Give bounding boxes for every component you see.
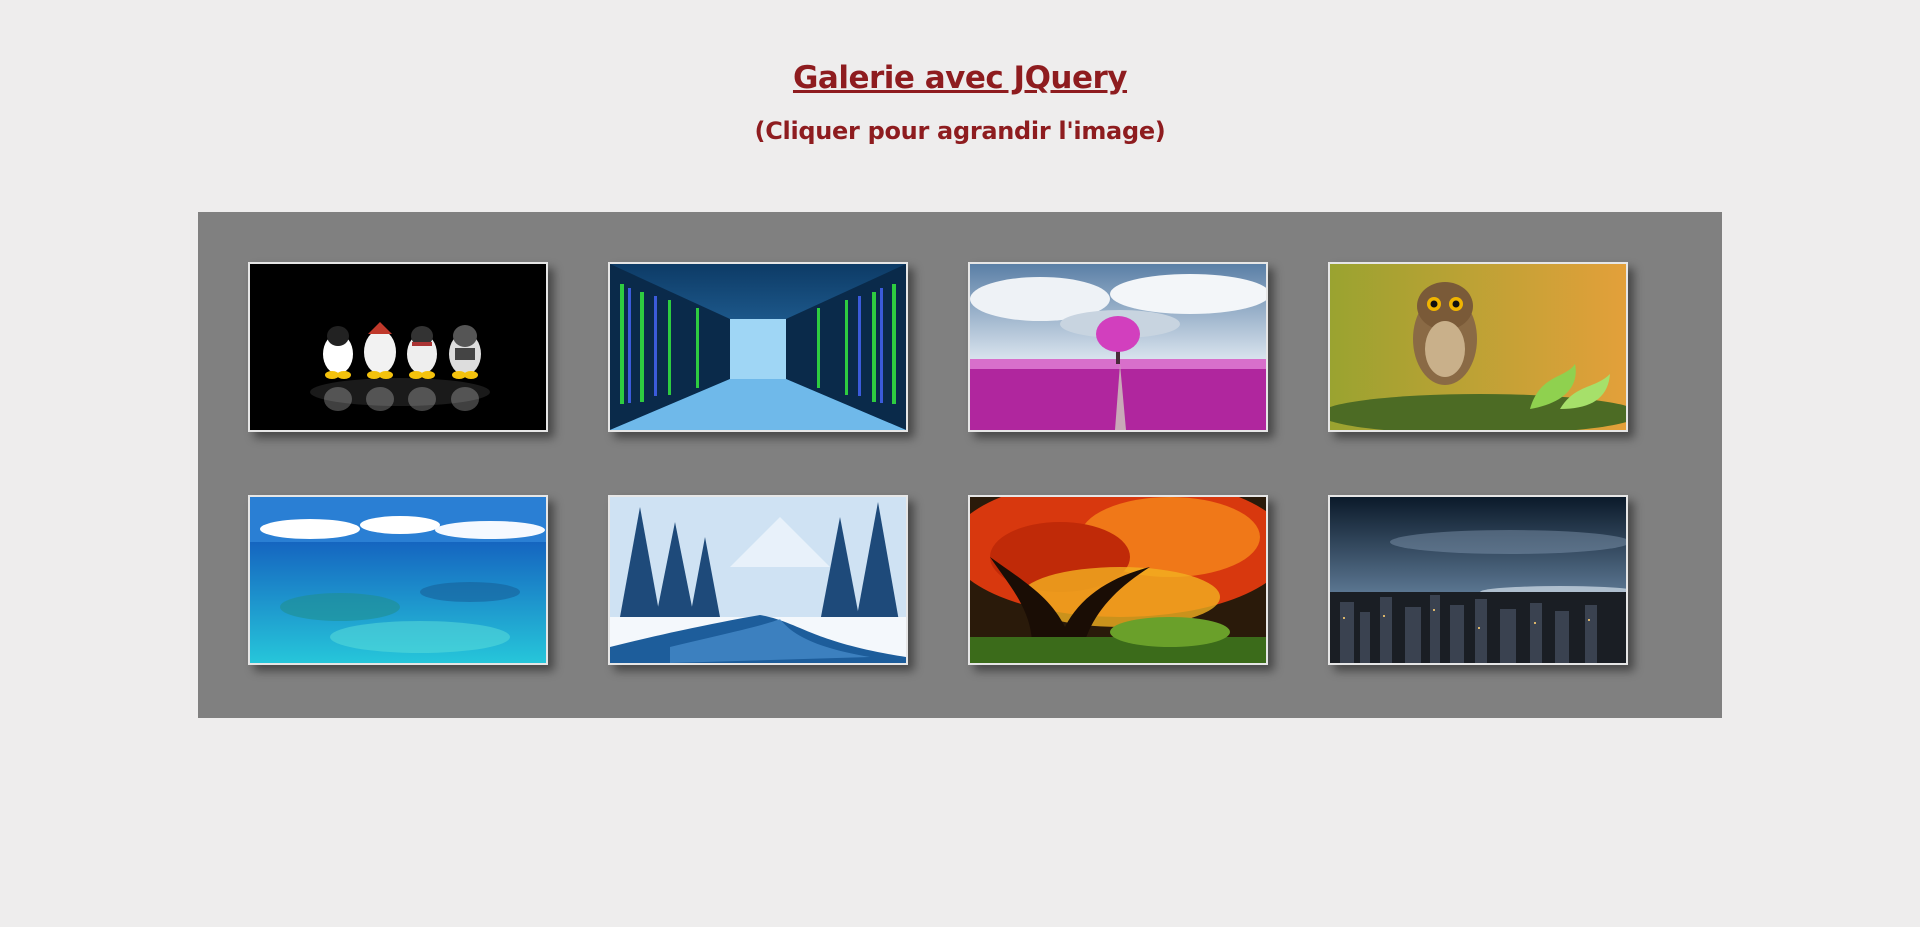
gallery-thumb-linux-penguins[interactable] [248, 262, 548, 432]
page-subtitle: (Cliquer pour agrandir l'image) [754, 117, 1166, 145]
gallery-panel [198, 212, 1722, 718]
gallery-thumb-tropical-sea[interactable] [248, 495, 548, 665]
gallery-thumb-pink-tree-field[interactable] [968, 262, 1268, 432]
gallery-thumb-city-night[interactable] [1328, 495, 1628, 665]
gallery-thumb-autumn-maple[interactable] [968, 495, 1268, 665]
page-title[interactable]: Galerie avec JQuery [0, 60, 1920, 96]
gallery-thumb-owl[interactable] [1328, 262, 1628, 432]
gallery-thumb-snowy-forest-river[interactable] [608, 495, 908, 665]
gallery-thumb-server-room[interactable] [608, 262, 908, 432]
